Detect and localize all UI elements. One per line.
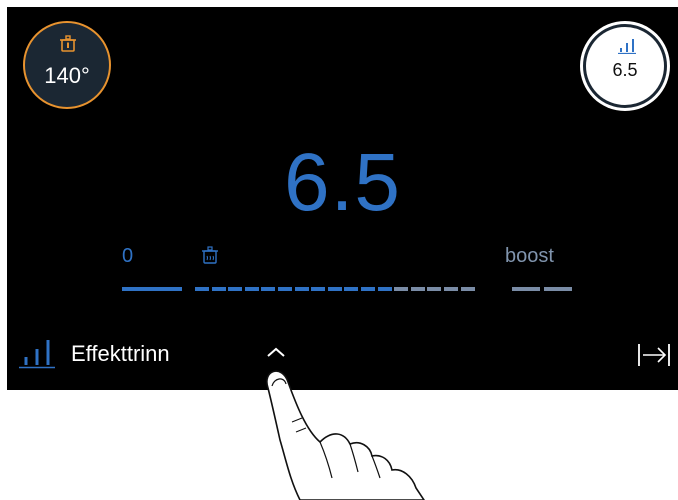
scale-segment[interactable]: [228, 287, 243, 291]
hob-display: 140° 6.5 6.5 0 boost Effekttrinn: [7, 7, 678, 390]
scale-segment[interactable]: [311, 287, 326, 291]
scale-segment[interactable]: [394, 287, 409, 291]
scale-segment[interactable]: [361, 287, 375, 291]
scale-segment[interactable]: [377, 287, 392, 291]
pointing-hand-icon: [266, 370, 425, 500]
steaming-pot-icon: [202, 246, 218, 264]
scale-segment[interactable]: [444, 287, 458, 291]
scale-segment[interactable]: [195, 287, 209, 291]
scale-segment[interactable]: [244, 287, 259, 291]
scale-segment[interactable]: [211, 287, 226, 291]
scale-boost-label: boost: [505, 245, 554, 267]
scale-segment[interactable]: [294, 287, 309, 291]
power-level-value: 6.5: [284, 137, 401, 228]
scale-segment[interactable]: [410, 287, 425, 291]
pot-thermometer-icon: [60, 35, 76, 52]
power-level-badge-value: 6.5: [612, 60, 638, 80]
power-level-icon: [19, 340, 55, 369]
temperature-badge[interactable]: 140°: [23, 21, 111, 109]
scale-segment[interactable]: [512, 287, 540, 291]
scale-segment[interactable]: [544, 287, 572, 291]
scale-segment[interactable]: [261, 287, 276, 291]
temperature-value: 140°: [44, 63, 90, 88]
power-level-icon: [618, 39, 636, 54]
scale-segment[interactable]: [460, 287, 475, 291]
scale-segment[interactable]: [327, 287, 342, 291]
scale-min-label: 0: [122, 245, 134, 267]
scale-segment[interactable]: [344, 287, 359, 291]
scale-segment[interactable]: [427, 287, 442, 291]
power-level-label: Effekttrinn: [71, 341, 170, 366]
chevron-up-icon[interactable]: [265, 345, 287, 359]
scale-segment[interactable]: [278, 287, 292, 291]
exit-arrow-icon[interactable]: [637, 342, 671, 368]
scale-segment[interactable]: [122, 287, 182, 291]
power-level-badge[interactable]: 6.5: [583, 24, 667, 108]
